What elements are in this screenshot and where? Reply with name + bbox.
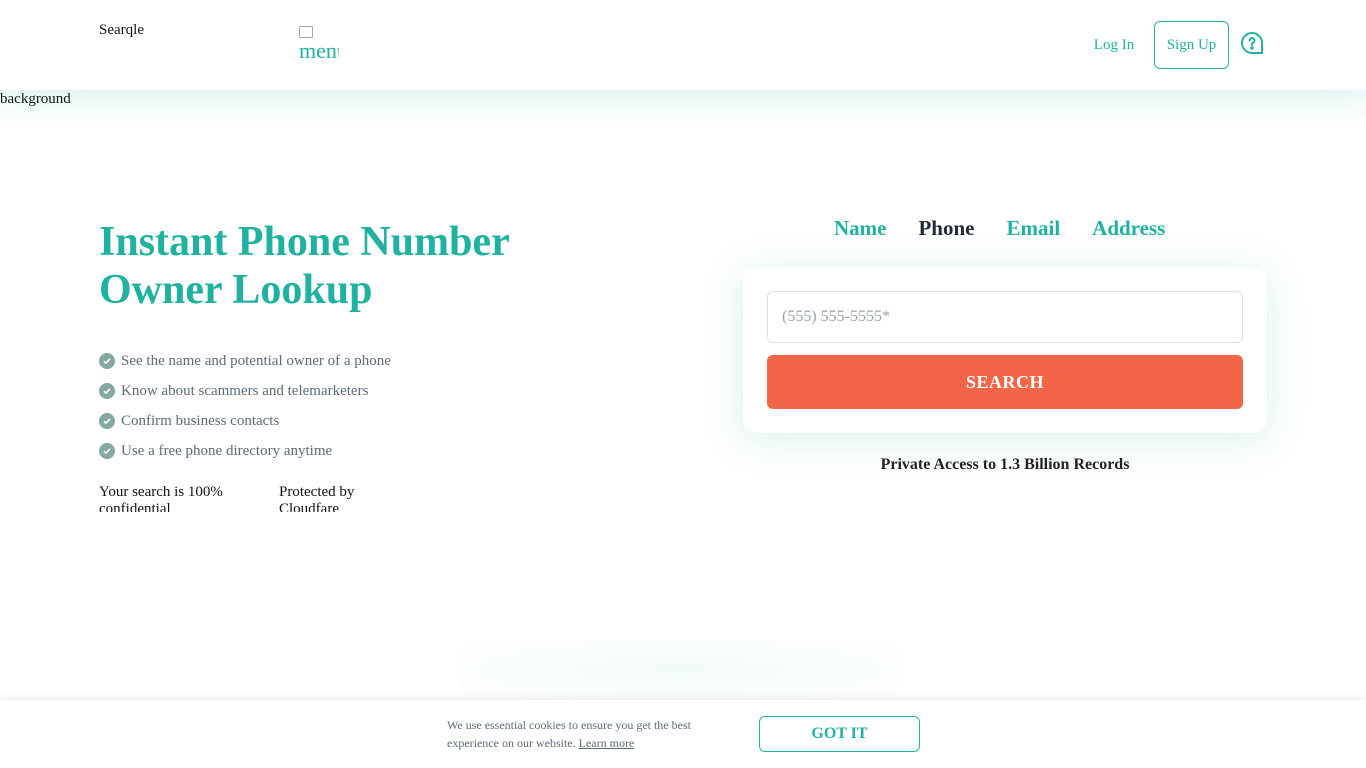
signup-button[interactable]: Sign Up (1154, 21, 1229, 69)
menu-alt-text: menu (299, 38, 339, 63)
got-it-button[interactable]: GOT IT (759, 716, 920, 752)
background-image-alt: background (0, 91, 71, 107)
check-icon (99, 443, 115, 459)
confidential-badge: Your search is 100% confidential (99, 484, 223, 512)
hero-background (0, 90, 1366, 130)
decorative-glow (460, 640, 900, 700)
tab-email[interactable]: Email (1007, 216, 1061, 241)
learn-more-link[interactable]: Learn more (579, 736, 635, 750)
menu-icon[interactable]: menu (299, 26, 339, 66)
cookie-text: We use essential cookies to ensure you g… (447, 718, 691, 750)
search-tabs: Name Phone Email Address (818, 216, 1165, 241)
check-icon (99, 353, 115, 369)
phone-input[interactable] (767, 291, 1243, 343)
check-icon (99, 413, 115, 429)
cookie-banner: We use essential cookies to ensure you g… (0, 700, 1366, 768)
feature-item: Know about scammers and telemarketers (99, 376, 391, 406)
records-note: Private Access to 1.3 Billion Records (880, 456, 1130, 473)
cloudflare-badge: Protected by Cloudfare (279, 484, 355, 512)
check-icon (99, 383, 115, 399)
feature-item: Confirm business contacts (99, 406, 391, 436)
search-button[interactable]: SEARCH (767, 355, 1243, 409)
feature-list: See the name and potential owner of a ph… (99, 346, 391, 466)
login-link[interactable]: Log In (1082, 21, 1146, 69)
feature-text: See the name and potential owner of a ph… (121, 352, 391, 369)
tab-name[interactable]: Name (834, 216, 886, 241)
site-header: Searqle menu Log In Sign Up (0, 0, 1366, 90)
feature-text: Use a free phone directory anytime (121, 442, 333, 459)
search-card: SEARCH (743, 267, 1267, 433)
feature-item: See the name and potential owner of a ph… (99, 346, 391, 376)
page-title: Instant Phone Number Owner Lookup (99, 219, 509, 313)
cookie-message: We use essential cookies to ensure you g… (447, 716, 707, 752)
question-circle-icon[interactable] (1240, 31, 1264, 55)
tab-phone[interactable]: Phone (918, 216, 974, 241)
broken-image-icon (299, 26, 313, 38)
tab-address[interactable]: Address (1092, 216, 1165, 241)
searqle-logo[interactable]: Searqle (99, 22, 144, 39)
feature-text: Confirm business contacts (121, 412, 280, 429)
feature-text: Know about scammers and telemarketers (121, 382, 369, 399)
feature-item: Use a free phone directory anytime (99, 436, 391, 466)
